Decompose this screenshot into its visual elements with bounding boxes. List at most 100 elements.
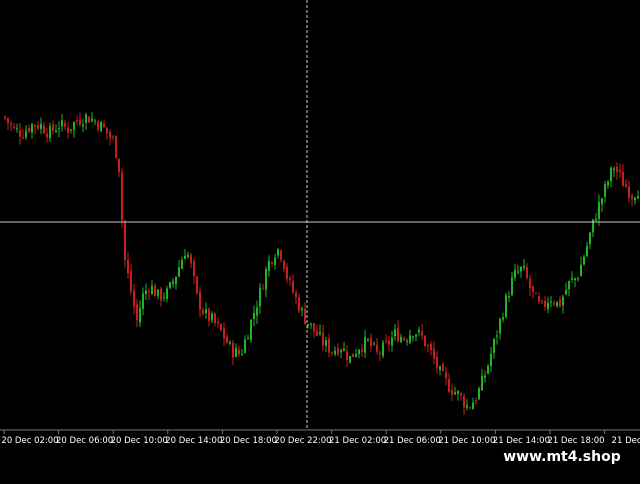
candle-body	[223, 328, 225, 339]
candle-body	[508, 296, 510, 298]
candle-body	[142, 293, 144, 309]
candle-body	[526, 266, 528, 279]
candle	[88, 115, 90, 123]
candle-body	[100, 121, 102, 132]
candle-body	[121, 172, 123, 221]
candle-body	[280, 250, 282, 260]
candle-body	[163, 297, 165, 299]
candle-body	[52, 124, 54, 131]
candle-body	[358, 349, 360, 355]
candle-body	[619, 170, 621, 173]
candle-body	[193, 261, 195, 277]
candle-body	[460, 393, 462, 396]
candle-body	[520, 266, 522, 272]
candle-body	[4, 116, 6, 119]
candle-body	[208, 308, 210, 321]
candle-body	[505, 295, 507, 318]
candle-body	[388, 340, 390, 345]
candle-body	[442, 363, 444, 372]
candle-body	[445, 372, 447, 378]
candle-body	[22, 136, 24, 138]
candle-body	[256, 307, 258, 316]
candle-body	[229, 342, 231, 344]
candle-body	[46, 133, 48, 138]
candle-body	[367, 339, 369, 341]
x-tick-label: 21 Dec 02:00	[329, 436, 386, 446]
x-tick-label: 21 Dec 10:00	[438, 436, 495, 446]
candle-body	[406, 340, 408, 342]
candle-body	[433, 348, 435, 359]
candle-body	[205, 308, 207, 314]
candle-body	[502, 317, 504, 320]
candle-body	[28, 128, 30, 132]
candle	[121, 168, 123, 228]
candle-body	[604, 183, 606, 197]
candle-body	[571, 278, 573, 280]
candle-body	[187, 254, 189, 257]
candle-body	[592, 219, 594, 233]
candle-body	[364, 337, 366, 353]
candle-body	[466, 405, 468, 408]
watermark-text: www.mt4.shop	[497, 445, 627, 469]
candle-body	[415, 334, 417, 337]
candle-body	[397, 328, 399, 342]
candle-body	[340, 350, 342, 353]
candle-body	[418, 329, 420, 333]
candle-body	[409, 335, 411, 343]
candle-body	[346, 351, 348, 360]
candle-body	[523, 265, 525, 268]
candle-body	[475, 400, 477, 402]
candle-body	[634, 197, 636, 201]
candle-body	[247, 338, 249, 340]
candle-body	[517, 271, 519, 273]
candle-body	[481, 375, 483, 391]
candle-body	[112, 136, 114, 138]
candle-body	[7, 118, 9, 123]
candle-body	[622, 172, 624, 187]
candle-body	[253, 313, 255, 320]
candle-body	[538, 295, 540, 302]
candle-body	[454, 392, 456, 395]
candle-body	[64, 122, 66, 127]
candle-body	[118, 158, 120, 173]
candle-body	[238, 349, 240, 355]
candle-body	[70, 129, 72, 131]
candle-body	[103, 123, 105, 128]
candle-body	[211, 313, 213, 321]
candle-body	[181, 259, 183, 269]
candle-body	[382, 342, 384, 356]
x-tick-label: 20 Dec 22:00	[274, 436, 331, 446]
candle-body	[448, 379, 450, 392]
candle-body	[241, 353, 243, 355]
candle-body	[175, 276, 177, 284]
candle-body	[166, 288, 168, 299]
candle-body	[331, 352, 333, 354]
candle-body	[298, 297, 300, 312]
candle-body	[544, 300, 546, 307]
candle-body	[343, 348, 345, 351]
candle-body	[220, 323, 222, 331]
candle-body	[427, 345, 429, 347]
candle-body	[385, 340, 387, 342]
candle-body	[295, 292, 297, 298]
candle-body	[559, 299, 561, 307]
candle-body	[577, 278, 579, 280]
candle-body	[430, 343, 432, 351]
candle-body	[61, 120, 63, 127]
chart-window[interactable]: 20 Dec 02:00 20 Dec 06:00 20 Dec 10:00 20 D…	[0, 0, 640, 480]
candle-body	[145, 290, 147, 294]
x-tick-label: 20 Dec 10:00	[111, 436, 168, 446]
candle	[487, 364, 489, 375]
candle-body	[550, 301, 552, 303]
candle-body	[490, 353, 492, 367]
candle-body	[379, 352, 381, 354]
candle	[478, 386, 480, 401]
candle-body	[568, 280, 570, 290]
candle-body	[235, 347, 237, 357]
candle-body	[271, 262, 273, 264]
candle-body	[493, 338, 495, 353]
candle-body	[73, 121, 75, 130]
candle-body	[49, 126, 51, 139]
candle-body	[127, 260, 129, 274]
x-tick-label: 20 Dec 06:00	[56, 436, 113, 446]
